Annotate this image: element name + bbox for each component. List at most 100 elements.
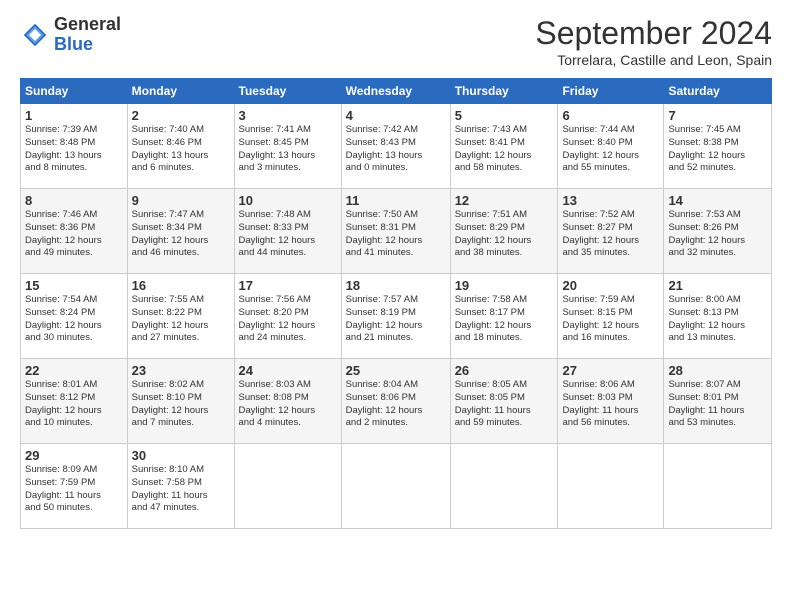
day-info: Sunrise: 8:03 AM Sunset: 8:08 PM Dayligh…	[239, 379, 337, 430]
calendar-table: SundayMondayTuesdayWednesdayThursdayFrid…	[20, 78, 772, 529]
day-info: Sunrise: 7:42 AM Sunset: 8:43 PM Dayligh…	[346, 124, 446, 175]
day-info: Sunrise: 8:04 AM Sunset: 8:06 PM Dayligh…	[346, 379, 446, 430]
day-info: Sunrise: 7:40 AM Sunset: 8:46 PM Dayligh…	[132, 124, 230, 175]
day-cell-30: 30Sunrise: 8:10 AM Sunset: 7:58 PM Dayli…	[127, 444, 234, 529]
weekday-header-friday: Friday	[558, 79, 664, 104]
day-cell-13: 13Sunrise: 7:52 AM Sunset: 8:27 PM Dayli…	[558, 189, 664, 274]
day-number: 8	[25, 193, 123, 208]
day-number: 3	[239, 108, 337, 123]
logo-text: General Blue	[54, 15, 121, 55]
day-info: Sunrise: 7:43 AM Sunset: 8:41 PM Dayligh…	[455, 124, 554, 175]
day-info: Sunrise: 8:09 AM Sunset: 7:59 PM Dayligh…	[25, 464, 123, 515]
day-cell-9: 9Sunrise: 7:47 AM Sunset: 8:34 PM Daylig…	[127, 189, 234, 274]
day-number: 9	[132, 193, 230, 208]
day-number: 2	[132, 108, 230, 123]
weekday-header-monday: Monday	[127, 79, 234, 104]
day-number: 17	[239, 278, 337, 293]
month-title: September 2024	[535, 15, 772, 52]
day-info: Sunrise: 7:53 AM Sunset: 8:26 PM Dayligh…	[668, 209, 767, 260]
day-info: Sunrise: 7:59 AM Sunset: 8:15 PM Dayligh…	[562, 294, 659, 345]
day-info: Sunrise: 7:58 AM Sunset: 8:17 PM Dayligh…	[455, 294, 554, 345]
day-number: 28	[668, 363, 767, 378]
weekday-header-sunday: Sunday	[21, 79, 128, 104]
day-info: Sunrise: 8:10 AM Sunset: 7:58 PM Dayligh…	[132, 464, 230, 515]
day-info: Sunrise: 8:01 AM Sunset: 8:12 PM Dayligh…	[25, 379, 123, 430]
day-number: 25	[346, 363, 446, 378]
day-info: Sunrise: 8:00 AM Sunset: 8:13 PM Dayligh…	[668, 294, 767, 345]
weekday-header-wednesday: Wednesday	[341, 79, 450, 104]
day-number: 30	[132, 448, 230, 463]
day-number: 29	[25, 448, 123, 463]
day-number: 15	[25, 278, 123, 293]
day-cell-20: 20Sunrise: 7:59 AM Sunset: 8:15 PM Dayli…	[558, 274, 664, 359]
day-info: Sunrise: 7:47 AM Sunset: 8:34 PM Dayligh…	[132, 209, 230, 260]
day-cell-23: 23Sunrise: 8:02 AM Sunset: 8:10 PM Dayli…	[127, 359, 234, 444]
day-info: Sunrise: 7:55 AM Sunset: 8:22 PM Dayligh…	[132, 294, 230, 345]
week-row-4: 22Sunrise: 8:01 AM Sunset: 8:12 PM Dayli…	[21, 359, 772, 444]
empty-cell	[234, 444, 341, 529]
page-header: General Blue September 2024 Torrelara, C…	[20, 15, 772, 68]
day-cell-19: 19Sunrise: 7:58 AM Sunset: 8:17 PM Dayli…	[450, 274, 558, 359]
day-info: Sunrise: 8:05 AM Sunset: 8:05 PM Dayligh…	[455, 379, 554, 430]
day-number: 7	[668, 108, 767, 123]
day-info: Sunrise: 7:57 AM Sunset: 8:19 PM Dayligh…	[346, 294, 446, 345]
day-number: 21	[668, 278, 767, 293]
day-number: 27	[562, 363, 659, 378]
day-number: 22	[25, 363, 123, 378]
empty-cell	[664, 444, 772, 529]
day-cell-15: 15Sunrise: 7:54 AM Sunset: 8:24 PM Dayli…	[21, 274, 128, 359]
day-info: Sunrise: 7:39 AM Sunset: 8:48 PM Dayligh…	[25, 124, 123, 175]
day-number: 12	[455, 193, 554, 208]
day-cell-4: 4Sunrise: 7:42 AM Sunset: 8:43 PM Daylig…	[341, 104, 450, 189]
day-cell-2: 2Sunrise: 7:40 AM Sunset: 8:46 PM Daylig…	[127, 104, 234, 189]
day-cell-12: 12Sunrise: 7:51 AM Sunset: 8:29 PM Dayli…	[450, 189, 558, 274]
logo-blue-text: Blue	[54, 35, 121, 55]
week-row-2: 8Sunrise: 7:46 AM Sunset: 8:36 PM Daylig…	[21, 189, 772, 274]
empty-cell	[341, 444, 450, 529]
empty-cell	[450, 444, 558, 529]
day-number: 20	[562, 278, 659, 293]
day-info: Sunrise: 7:54 AM Sunset: 8:24 PM Dayligh…	[25, 294, 123, 345]
day-number: 5	[455, 108, 554, 123]
day-cell-3: 3Sunrise: 7:41 AM Sunset: 8:45 PM Daylig…	[234, 104, 341, 189]
day-info: Sunrise: 7:52 AM Sunset: 8:27 PM Dayligh…	[562, 209, 659, 260]
day-cell-11: 11Sunrise: 7:50 AM Sunset: 8:31 PM Dayli…	[341, 189, 450, 274]
day-cell-29: 29Sunrise: 8:09 AM Sunset: 7:59 PM Dayli…	[21, 444, 128, 529]
week-row-5: 29Sunrise: 8:09 AM Sunset: 7:59 PM Dayli…	[21, 444, 772, 529]
day-cell-16: 16Sunrise: 7:55 AM Sunset: 8:22 PM Dayli…	[127, 274, 234, 359]
day-info: Sunrise: 8:06 AM Sunset: 8:03 PM Dayligh…	[562, 379, 659, 430]
day-info: Sunrise: 7:45 AM Sunset: 8:38 PM Dayligh…	[668, 124, 767, 175]
day-cell-14: 14Sunrise: 7:53 AM Sunset: 8:26 PM Dayli…	[664, 189, 772, 274]
day-info: Sunrise: 7:44 AM Sunset: 8:40 PM Dayligh…	[562, 124, 659, 175]
day-cell-10: 10Sunrise: 7:48 AM Sunset: 8:33 PM Dayli…	[234, 189, 341, 274]
location: Torrelara, Castille and Leon, Spain	[535, 52, 772, 68]
day-cell-21: 21Sunrise: 8:00 AM Sunset: 8:13 PM Dayli…	[664, 274, 772, 359]
day-cell-8: 8Sunrise: 7:46 AM Sunset: 8:36 PM Daylig…	[21, 189, 128, 274]
day-cell-17: 17Sunrise: 7:56 AM Sunset: 8:20 PM Dayli…	[234, 274, 341, 359]
day-info: Sunrise: 7:56 AM Sunset: 8:20 PM Dayligh…	[239, 294, 337, 345]
day-info: Sunrise: 7:41 AM Sunset: 8:45 PM Dayligh…	[239, 124, 337, 175]
day-cell-6: 6Sunrise: 7:44 AM Sunset: 8:40 PM Daylig…	[558, 104, 664, 189]
day-cell-5: 5Sunrise: 7:43 AM Sunset: 8:41 PM Daylig…	[450, 104, 558, 189]
day-number: 11	[346, 193, 446, 208]
day-number: 13	[562, 193, 659, 208]
day-number: 24	[239, 363, 337, 378]
day-cell-7: 7Sunrise: 7:45 AM Sunset: 8:38 PM Daylig…	[664, 104, 772, 189]
day-number: 10	[239, 193, 337, 208]
calendar-page: General Blue September 2024 Torrelara, C…	[0, 0, 792, 612]
day-cell-26: 26Sunrise: 8:05 AM Sunset: 8:05 PM Dayli…	[450, 359, 558, 444]
day-cell-1: 1Sunrise: 7:39 AM Sunset: 8:48 PM Daylig…	[21, 104, 128, 189]
weekday-header-saturday: Saturday	[664, 79, 772, 104]
week-row-1: 1Sunrise: 7:39 AM Sunset: 8:48 PM Daylig…	[21, 104, 772, 189]
day-info: Sunrise: 7:48 AM Sunset: 8:33 PM Dayligh…	[239, 209, 337, 260]
day-info: Sunrise: 7:51 AM Sunset: 8:29 PM Dayligh…	[455, 209, 554, 260]
day-cell-24: 24Sunrise: 8:03 AM Sunset: 8:08 PM Dayli…	[234, 359, 341, 444]
title-block: September 2024 Torrelara, Castille and L…	[535, 15, 772, 68]
logo-general-text: General	[54, 15, 121, 35]
day-number: 19	[455, 278, 554, 293]
day-info: Sunrise: 8:02 AM Sunset: 8:10 PM Dayligh…	[132, 379, 230, 430]
day-number: 4	[346, 108, 446, 123]
weekday-header-tuesday: Tuesday	[234, 79, 341, 104]
day-number: 6	[562, 108, 659, 123]
day-cell-25: 25Sunrise: 8:04 AM Sunset: 8:06 PM Dayli…	[341, 359, 450, 444]
